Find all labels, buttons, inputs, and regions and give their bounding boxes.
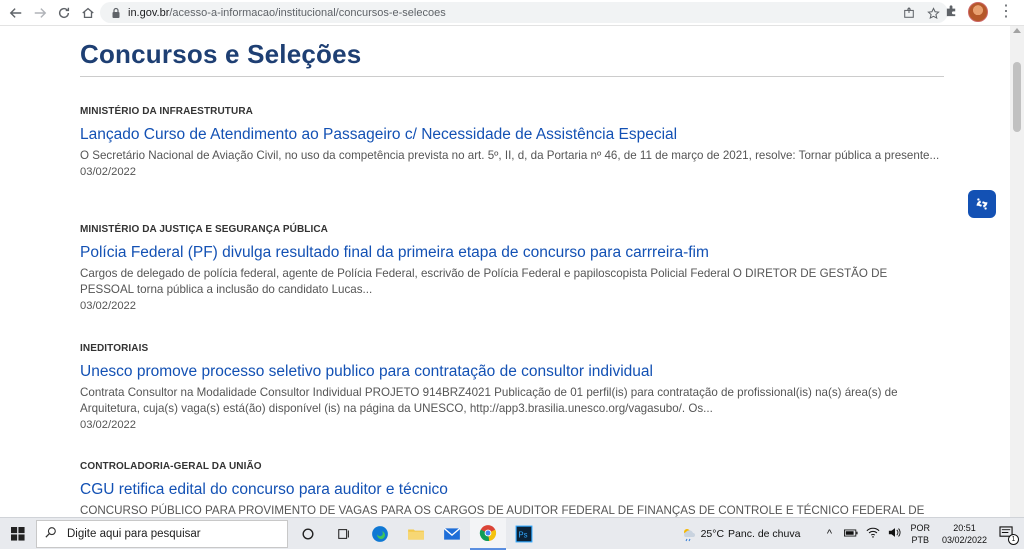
bookmark-star-icon[interactable] xyxy=(926,6,940,20)
weather-temp: 25°C xyxy=(700,528,725,540)
notification-count-badge: 1 xyxy=(1008,534,1019,545)
search-placeholder: Digite aqui para pesquisar xyxy=(67,527,201,540)
forward-button[interactable] xyxy=(28,1,52,25)
page-content: Concursos e Seleções MINISTÉRIO DA INFRA… xyxy=(0,26,1010,517)
news-summary: Cargos de delegado de polícia federal, a… xyxy=(80,267,888,296)
news-category: INEDITORIAIS xyxy=(80,343,149,354)
weather-widget[interactable]: 25°C Panc. de chuva xyxy=(681,526,801,542)
photoshop-icon[interactable]: Ps xyxy=(506,518,542,550)
extensions-puzzle-icon[interactable] xyxy=(945,4,958,20)
chevron-up-icon[interactable]: ^ xyxy=(821,528,837,540)
lock-icon xyxy=(112,7,120,18)
wifi-icon[interactable] xyxy=(865,527,881,541)
windows-taskbar: Digite aqui para pesquisar Ps 25°C Panc.… xyxy=(0,517,1024,550)
browser-toolbar: in.gov.br/acesso-a-informacao/institucio… xyxy=(0,0,1024,26)
scroll-thumb[interactable] xyxy=(1013,62,1021,132)
taskbar-clock[interactable]: 20:51 03/02/2022 xyxy=(942,522,987,546)
keyboard-layout: PTB xyxy=(911,535,929,545)
arrow-right-icon xyxy=(34,7,47,18)
svg-text:Ps: Ps xyxy=(518,530,527,539)
rain-cloud-icon xyxy=(683,529,695,542)
browser-menu-icon[interactable]: ⋮ xyxy=(998,4,1014,20)
language-code: POR xyxy=(910,523,930,533)
windows-logo-icon xyxy=(11,526,25,541)
page-scrollbar[interactable] xyxy=(1010,26,1024,517)
home-icon xyxy=(82,7,94,18)
weather-text: Panc. de chuva xyxy=(728,528,801,540)
speaker-icon[interactable] xyxy=(887,527,903,541)
arrow-left-icon xyxy=(9,7,22,18)
address-bar[interactable]: in.gov.br/acesso-a-informacao/institucio… xyxy=(100,2,948,23)
clock-date: 03/02/2022 xyxy=(941,535,987,545)
task-view-icon[interactable] xyxy=(326,518,362,550)
news-headline-link[interactable]: Polícia Federal (PF) divulga resultado f… xyxy=(80,243,944,262)
chrome-browser-icon[interactable] xyxy=(470,517,506,550)
notification-center-icon[interactable]: 1 xyxy=(998,526,1019,545)
file-explorer-icon[interactable] xyxy=(398,518,434,550)
cortana-circle-icon[interactable] xyxy=(290,518,326,550)
news-summary: Contrata Consultor na Modalidade Consult… xyxy=(80,386,898,415)
news-headline-link[interactable]: Unesco promove processo seletivo publico… xyxy=(80,362,944,381)
vlibras-accessibility-button[interactable] xyxy=(968,190,996,218)
news-summary: CONCURSO PÚBLICO PARA PROVIMENTO DE VAGA… xyxy=(80,504,925,517)
system-tray: 25°C Panc. de chuva ^ POR PTB 20:51 03/0… xyxy=(681,518,1024,550)
search-icon xyxy=(45,526,57,541)
title-divider xyxy=(80,76,944,77)
news-item: INEDITORIAIS Unesco promove processo sel… xyxy=(80,343,944,431)
news-item: CONTROLADORIA-GERAL DA UNIÃO CGU retific… xyxy=(80,461,944,517)
back-button[interactable] xyxy=(4,1,28,25)
news-date: 03/02/2022 xyxy=(80,166,136,178)
news-date: 03/02/2022 xyxy=(80,300,136,312)
url-host: in.gov.br xyxy=(128,6,170,19)
share-icon[interactable] xyxy=(902,6,916,20)
edge-browser-icon[interactable] xyxy=(362,518,398,550)
language-indicator[interactable]: POR PTB xyxy=(910,522,930,546)
taskbar-search-input[interactable]: Digite aqui para pesquisar xyxy=(36,519,288,548)
mail-icon[interactable] xyxy=(434,518,470,550)
news-headline-link[interactable]: CGU retifica edital do concurso para aud… xyxy=(80,480,944,499)
reload-button[interactable] xyxy=(52,1,76,25)
battery-icon[interactable] xyxy=(843,528,859,541)
reload-icon xyxy=(58,7,70,18)
news-category: MINISTÉRIO DA INFRAESTRUTURA xyxy=(80,106,253,117)
news-category: CONTROLADORIA-GERAL DA UNIÃO xyxy=(80,461,262,472)
url-path: /acesso-a-informacao/institucional/concu… xyxy=(169,6,446,19)
windows-start-button[interactable] xyxy=(0,518,36,550)
profile-avatar[interactable] xyxy=(968,2,988,22)
sign-language-hands-icon xyxy=(976,198,988,210)
news-item: MINISTÉRIO DA JUSTIÇA E SEGURANÇA PÚBLIC… xyxy=(80,224,944,312)
news-category: MINISTÉRIO DA JUSTIÇA E SEGURANÇA PÚBLIC… xyxy=(80,224,329,235)
news-date: 03/02/2022 xyxy=(80,419,136,431)
scroll-up-arrow-icon[interactable] xyxy=(1013,28,1021,33)
news-headline-link[interactable]: Lançado Curso de Atendimento ao Passagei… xyxy=(80,125,944,144)
clock-time: 20:51 xyxy=(953,523,976,533)
page-title: Concursos e Seleções xyxy=(80,39,362,69)
news-summary: O Secretário Nacional de Aviação Civil, … xyxy=(80,149,940,162)
home-button[interactable] xyxy=(76,1,100,25)
news-item: MINISTÉRIO DA INFRAESTRUTURA Lançado Cur… xyxy=(80,106,944,178)
